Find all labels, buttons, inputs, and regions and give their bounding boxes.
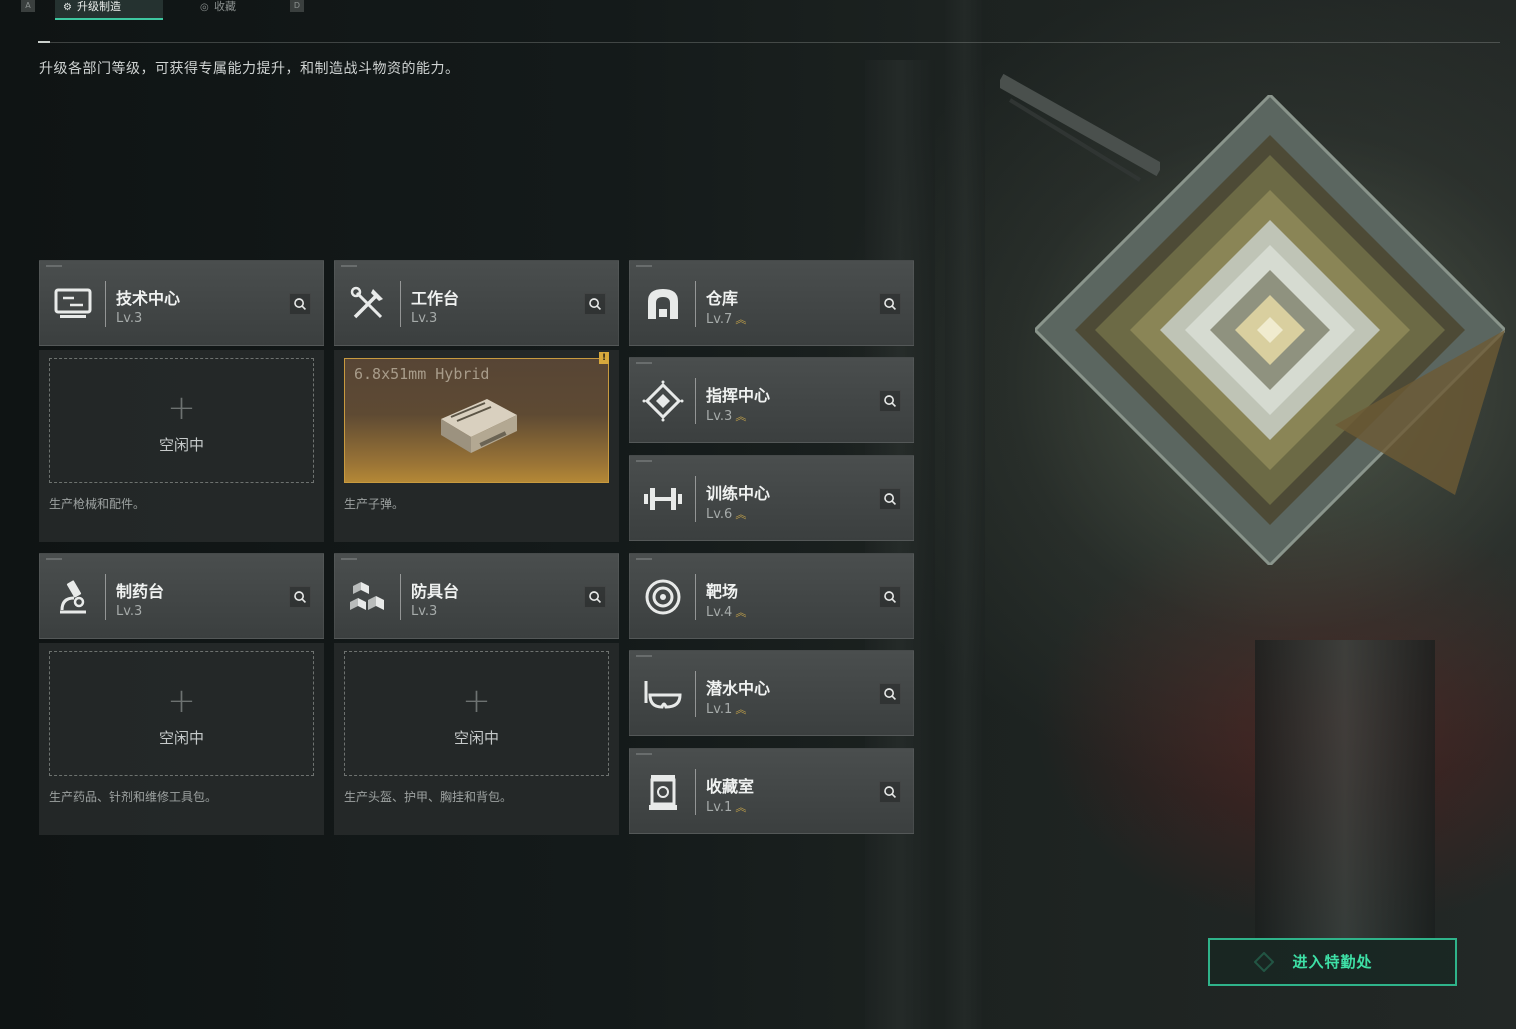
station-card-workbench[interactable]: 工作台 Lv.3 — [334, 260, 619, 346]
tools-icon — [350, 286, 383, 319]
search-icon[interactable] — [879, 586, 901, 608]
facility-name: 潜水中心 — [706, 679, 771, 698]
ammo-box-icon — [441, 399, 517, 453]
facility-name: 收藏室 — [706, 777, 755, 796]
empty-slot[interactable]: + 空闲中 — [344, 651, 609, 776]
search-icon[interactable] — [584, 586, 606, 608]
microscope-icon — [60, 580, 86, 614]
search-icon[interactable] — [879, 390, 901, 412]
station-card-tech[interactable]: 技术中心 Lv.3 — [39, 260, 324, 346]
facility-level: Lv.3 ︽ — [706, 409, 746, 424]
goggles-icon — [644, 681, 682, 709]
slot-description: 生产枪械和配件。 — [49, 497, 146, 511]
add-icon: + — [167, 388, 196, 428]
facility-card-command[interactable]: 指挥中心 Lv.3 ︽ — [629, 357, 914, 443]
production-slot-armor[interactable]: + 空闲中 生产头盔、护甲、胸挂和背包。 — [334, 643, 619, 835]
station-level: Lv.3 — [116, 311, 143, 326]
add-icon: + — [462, 681, 491, 721]
product-name: 6.8x51mm Hybrid — [354, 365, 490, 383]
station-level: Lv.3 — [116, 604, 143, 619]
facility-level: Lv.4 ︽ — [706, 605, 746, 620]
slot-status: 空闲中 — [158, 729, 204, 747]
tab-prev-key[interactable]: A — [21, 0, 35, 12]
facility-card-range[interactable]: 靶场 Lv.4 ︽ — [629, 553, 914, 639]
top-bar: A ⚙ 升级制造 ◎ 收藏 D — [0, 0, 1516, 44]
add-icon: + — [167, 681, 196, 721]
upgrade-arrow-icon: ︽ — [735, 703, 746, 716]
station-name: 技术中心 — [116, 289, 181, 308]
search-icon[interactable] — [584, 293, 606, 315]
facility-level: Lv.6 ︽ — [706, 507, 746, 522]
facility-level: Lv.7 ︽ — [706, 312, 746, 327]
target-icon — [645, 579, 681, 615]
station-name: 防具台 — [411, 582, 460, 601]
station-card-pharmacy[interactable]: 制药台 Lv.3 — [39, 553, 324, 639]
station-name: 工作台 — [411, 289, 460, 308]
upgrade-arrow-icon: ︽ — [735, 313, 746, 326]
divider-mark — [38, 41, 50, 43]
production-slot-pharmacy[interactable]: + 空闲中 生产药品、针剂和维修工具包。 — [39, 643, 324, 835]
station-level: Lv.3 — [411, 604, 438, 619]
slot-description: 生产头盔、护甲、胸挂和背包。 — [344, 790, 513, 804]
diamond-icon — [1254, 952, 1274, 972]
facility-name: 靶场 — [706, 582, 739, 601]
facility-name: 训练中心 — [706, 484, 771, 503]
search-icon[interactable] — [289, 293, 311, 315]
tab-label: 升级制造 — [77, 0, 121, 13]
collection-icon: ◎ — [200, 2, 209, 13]
tab-next-key[interactable]: D — [290, 0, 304, 12]
upgrade-arrow-icon: ︽ — [735, 508, 746, 521]
search-icon[interactable] — [879, 488, 901, 510]
slot-description: 生产子弹。 — [344, 497, 405, 511]
station-name: 制药台 — [116, 582, 165, 601]
facility-card-diving[interactable]: 潜水中心 Lv.1 ︽ — [629, 650, 914, 736]
enter-button-label: 进入特勤处 — [1292, 953, 1373, 971]
station-level: Lv.3 — [411, 311, 438, 326]
upgrade-arrow-icon: ︽ — [735, 410, 746, 423]
intro-text: 升级各部门等级，可获得专属能力提升，和制造战斗物资的能力。 — [39, 61, 460, 77]
facility-card-warehouse[interactable]: 仓库 Lv.7 ︽ — [629, 260, 914, 346]
production-slot-workbench[interactable]: 6.8x51mm Hybrid ! 生产子弹。 — [334, 350, 619, 542]
tab-collection[interactable]: ◎ 收藏 — [192, 0, 272, 20]
facility-level: Lv.1 ︽ — [706, 702, 746, 717]
station-card-armor[interactable]: 防具台 Lv.3 — [334, 553, 619, 639]
monitor-icon — [54, 288, 92, 318]
slot-description: 生产药品、针剂和维修工具包。 — [49, 790, 218, 804]
search-icon[interactable] — [879, 683, 901, 705]
craft-icon: ⚙ — [63, 2, 72, 13]
upgrade-arrow-icon: ︽ — [735, 801, 746, 814]
facility-name: 仓库 — [706, 289, 739, 308]
search-icon[interactable] — [879, 781, 901, 803]
facility-card-collection-room[interactable]: 收藏室 Lv.1 ︽ — [629, 748, 914, 834]
blocks-icon — [350, 582, 384, 610]
facility-name: 指挥中心 — [706, 386, 771, 405]
alert-badge: ! — [599, 352, 609, 364]
upgrade-arrow-icon: ︽ — [735, 606, 746, 619]
facility-card-training[interactable]: 训练中心 Lv.6 ︽ — [629, 455, 914, 541]
search-icon[interactable] — [879, 293, 901, 315]
slot-status: 空闲中 — [158, 436, 204, 454]
production-slot-tech[interactable]: + 空闲中 生产枪械和配件。 — [39, 350, 324, 542]
facility-level: Lv.1 ︽ — [706, 800, 746, 815]
producing-item[interactable]: 6.8x51mm Hybrid — [344, 358, 609, 483]
enter-special-ops-button[interactable]: 进入特勤处 — [1208, 938, 1457, 986]
vault-icon — [648, 289, 678, 319]
command-icon — [642, 380, 684, 422]
dumbbell-icon — [644, 488, 682, 510]
slot-status: 空闲中 — [453, 729, 499, 747]
search-icon[interactable] — [289, 586, 311, 608]
display-case-icon — [649, 775, 677, 810]
empty-slot[interactable]: + 空闲中 — [49, 358, 314, 483]
tab-upgrade-craft[interactable]: ⚙ 升级制造 — [55, 0, 163, 20]
divider — [40, 42, 1500, 43]
cube-illustration — [1032, 92, 1508, 568]
tab-label: 收藏 — [214, 0, 236, 13]
empty-slot[interactable]: + 空闲中 — [49, 651, 314, 776]
